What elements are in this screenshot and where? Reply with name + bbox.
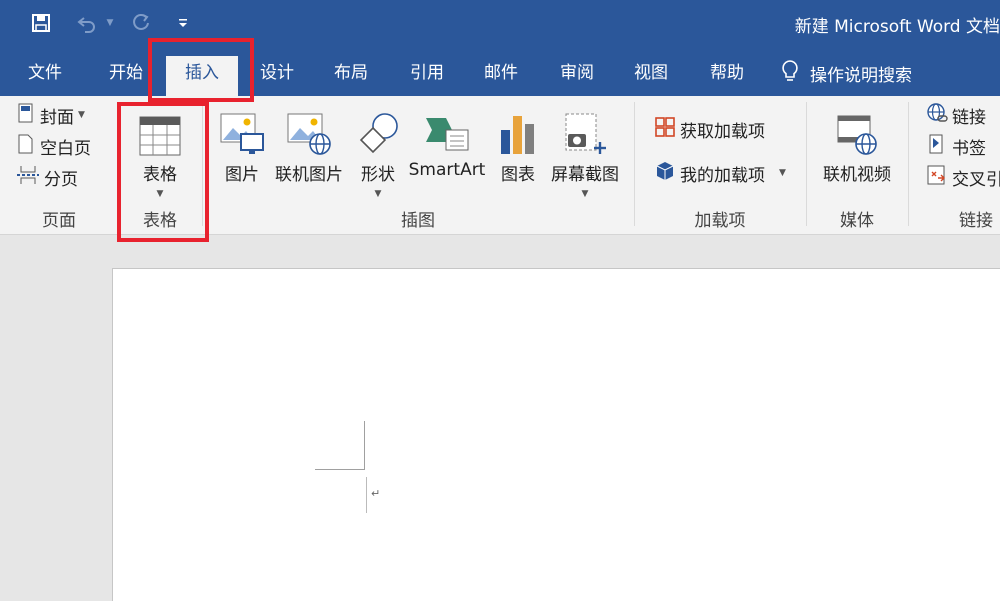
cross-reference-icon	[926, 164, 948, 191]
cross-reference-button[interactable]: 交叉引	[926, 164, 1000, 190]
smartart-icon	[424, 104, 470, 156]
tab-file[interactable]: 文件	[16, 56, 74, 96]
crop-mark-horizontal	[315, 469, 365, 470]
online-video-label: 联机视频	[823, 165, 891, 185]
highlight-table-group	[117, 102, 209, 242]
crop-mark-vertical	[364, 421, 365, 470]
group-label-illustrations: 插图	[401, 211, 435, 231]
link-globe-icon	[926, 102, 948, 129]
screenshot-icon	[562, 104, 608, 156]
get-addins-label: 获取加载项	[680, 121, 765, 142]
online-picture-button[interactable]: 联机图片	[272, 104, 346, 185]
customize-dropdown-icon[interactable]	[174, 10, 192, 36]
tab-design[interactable]: 设计	[248, 56, 306, 96]
blank-page-label: 空白页	[40, 138, 91, 159]
smartart-button[interactable]: SmartArt	[406, 104, 488, 180]
online-picture-icon	[286, 104, 332, 156]
dropdown-arrow-icon: ▼	[374, 189, 382, 199]
online-video-icon	[834, 104, 880, 156]
tell-me-search[interactable]: 操作说明搜索	[780, 56, 912, 90]
get-addins-button[interactable]: 获取加载项	[654, 116, 765, 142]
online-video-button[interactable]: 联机视频	[818, 104, 896, 185]
save-icon[interactable]	[28, 10, 54, 36]
redo-icon[interactable]	[128, 10, 154, 36]
screenshot-label: 屏幕截图	[551, 165, 619, 185]
group-label-pages: 页面	[42, 211, 76, 231]
picture-label: 图片	[225, 165, 259, 185]
page-break-label: 分页	[44, 169, 78, 190]
picture-icon	[219, 104, 265, 156]
my-addins-button[interactable]: 我的加载项 ▼	[654, 160, 786, 186]
bookmark-icon	[926, 133, 948, 160]
chart-button[interactable]: 图表	[494, 104, 542, 185]
tab-view[interactable]: 视图	[622, 56, 680, 96]
window-title: 新建 Microsoft Word 文档	[794, 17, 1000, 37]
chart-icon	[497, 104, 539, 156]
tab-help[interactable]: 帮助	[698, 56, 756, 96]
store-icon	[654, 116, 676, 143]
online-picture-label: 联机图片	[275, 165, 343, 185]
lightbulb-icon	[780, 59, 800, 88]
blank-page-button[interactable]: 空白页	[16, 133, 91, 159]
tell-me-label: 操作说明搜索	[810, 65, 912, 86]
my-addins-label: 我的加载项	[680, 165, 765, 186]
tab-review[interactable]: 审阅	[548, 56, 606, 96]
shapes-label: 形状	[361, 165, 395, 185]
document-page[interactable]: ↵	[112, 268, 1000, 601]
addin-cube-icon	[654, 160, 676, 187]
page-break-button[interactable]: 分页	[16, 164, 78, 190]
bookmark-button[interactable]: 书签	[926, 133, 986, 159]
text-cursor	[366, 477, 367, 513]
undo-icon[interactable]	[72, 10, 102, 36]
shapes-icon	[355, 104, 401, 156]
group-label-links: 链接	[959, 211, 993, 231]
group-label-addins: 加载项	[694, 211, 746, 231]
cover-page-icon	[16, 102, 36, 129]
paragraph-mark: ↵	[371, 487, 381, 500]
page-break-icon	[16, 164, 40, 191]
cover-page-button[interactable]: 封面 ▼	[16, 102, 85, 128]
cross-reference-label: 交叉引	[952, 169, 1000, 190]
tab-references[interactable]: 引用	[398, 56, 456, 96]
dropdown-arrow-icon: ▼	[779, 168, 786, 178]
smartart-label: SmartArt	[408, 160, 486, 180]
tab-home[interactable]: 开始	[96, 56, 156, 96]
shapes-button[interactable]: 形状 ▼	[352, 104, 404, 199]
dropdown-arrow-icon: ▼	[581, 189, 589, 199]
link-button[interactable]: 链接	[926, 102, 986, 128]
dropdown-arrow-icon: ▼	[78, 110, 85, 120]
group-label-media: 媒体	[840, 211, 874, 231]
blank-page-icon	[16, 133, 36, 160]
screenshot-button[interactable]: 屏幕截图 ▼	[546, 104, 624, 199]
bookmark-label: 书签	[952, 138, 986, 159]
tab-layout[interactable]: 布局	[322, 56, 380, 96]
cover-page-label: 封面	[40, 107, 74, 128]
undo-dropdown-icon[interactable]: ▼	[104, 10, 116, 36]
picture-button[interactable]: 图片	[216, 104, 268, 185]
chart-label: 图表	[501, 165, 535, 185]
tab-mailings[interactable]: 邮件	[472, 56, 530, 96]
link-label: 链接	[952, 107, 986, 128]
highlight-insert-tab	[148, 38, 254, 102]
